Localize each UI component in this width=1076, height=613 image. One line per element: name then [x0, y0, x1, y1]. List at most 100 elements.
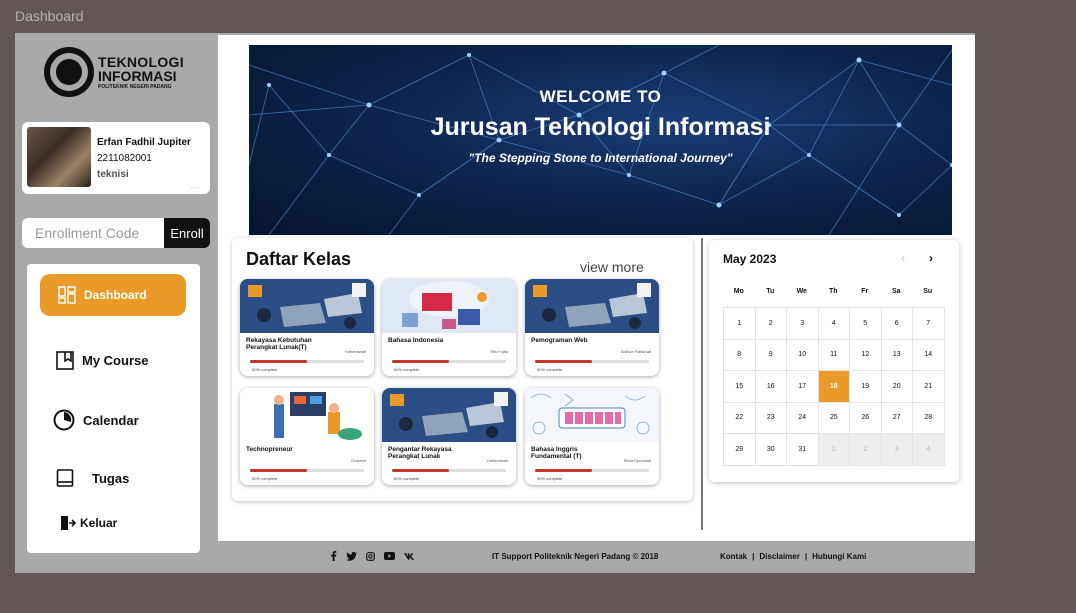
- weekday-label: Mo: [733, 288, 744, 295]
- course-teacher: Yulherniwati: [344, 349, 366, 354]
- more-options-icon[interactable]: ...: [190, 181, 200, 190]
- calendar-day[interactable]: 20: [881, 371, 913, 403]
- calendar-day[interactable]: 15: [724, 371, 756, 403]
- calendar-day[interactable]: 16: [755, 371, 787, 403]
- course-teacher: Ardhon Rahkmat: [620, 349, 651, 354]
- weekday-label: Th: [828, 288, 838, 295]
- calendar-day[interactable]: 2: [850, 434, 882, 466]
- banner-subtitle: "The Stepping Stone to International Jou…: [468, 151, 733, 165]
- chevron-left-icon[interactable]: ‹: [901, 251, 905, 265]
- calendar-day[interactable]: 30: [755, 434, 787, 466]
- calendar-day[interactable]: 4: [818, 308, 850, 340]
- calendar-day[interactable]: 4: [913, 434, 945, 466]
- calendar-day[interactable]: 31: [787, 434, 819, 466]
- class-list-title: Daftar Kelas: [246, 249, 352, 269]
- footer-copyright: IT Support Politeknik Negeri Padang © 20…: [492, 552, 659, 561]
- footer-link-disclaimer[interactable]: Disclaimer: [759, 552, 799, 561]
- course-card[interactable]: Pemograman Web Ardhon Rahkmat 50% comple…: [525, 279, 659, 376]
- instagram-icon[interactable]: [366, 551, 375, 561]
- calendar-day[interactable]: 25: [818, 402, 850, 434]
- calendar-day[interactable]: 28: [913, 402, 945, 434]
- calendar-day[interactable]: 12: [850, 339, 882, 371]
- facebook-icon[interactable]: [330, 551, 337, 561]
- progress-bar: [250, 469, 364, 472]
- calendar-day[interactable]: 6: [881, 308, 913, 340]
- calendar-day[interactable]: 26: [850, 402, 882, 434]
- calendar-day[interactable]: 23: [755, 402, 787, 434]
- progress-label: 50% complete: [394, 367, 420, 372]
- calendar-weekdays: Mo Tu We Th Fr Sa Su: [723, 288, 944, 295]
- welcome-banner: WELCOME TO Jurusan Teknologi Informasi "…: [249, 45, 952, 235]
- chevron-right-icon[interactable]: ›: [929, 251, 933, 265]
- brand-logo[interactable]: TEKNOLOGI INFORMASI POLITEKNIK NEGERI PA…: [44, 47, 184, 97]
- calendar-day[interactable]: 5: [850, 308, 882, 340]
- calendar-day[interactable]: 7: [913, 308, 945, 340]
- vertical-divider: [701, 238, 703, 530]
- calendar-day[interactable]: 27: [881, 402, 913, 434]
- calendar-day[interactable]: 3: [787, 308, 819, 340]
- profile-card[interactable]: Erfan Fadhil Jupiter 2211082001 teknisi …: [22, 122, 210, 194]
- twitter-icon[interactable]: [346, 551, 357, 561]
- calendar-day[interactable]: 3: [881, 434, 913, 466]
- enroll-button[interactable]: Enroll: [164, 218, 210, 248]
- calendar-day[interactable]: 8: [724, 339, 756, 371]
- banner-welcome: WELCOME TO: [539, 87, 662, 106]
- nav-item-dashboard[interactable]: Dashboard: [40, 274, 186, 316]
- course-card[interactable]: Rekayasa Kebutuhan Perangkat Lunak(T) Yu…: [240, 279, 374, 376]
- calendar-day[interactable]: 13: [881, 339, 913, 371]
- calendar-day[interactable]: 19: [850, 371, 882, 403]
- weekday-label: Tu: [766, 288, 775, 295]
- banner-title: Jurusan Teknologi Informasi: [430, 113, 771, 141]
- course-image: [240, 279, 374, 333]
- logo-line-2: INFORMASI: [98, 67, 177, 84]
- calendar-day[interactable]: 10: [787, 339, 819, 371]
- course-title: Pemograman Web: [531, 337, 588, 344]
- progress-label: 50% complete: [252, 367, 278, 372]
- progress-bar: [250, 360, 364, 363]
- course-title: Bahasa Inggris Fundamental (T): [531, 446, 582, 461]
- course-teacher: Silvia Djonnaidi: [623, 458, 651, 463]
- course-card[interactable]: Bahasa Inggris Fundamental (T) Silvia Dj…: [525, 388, 659, 485]
- course-card[interactable]: Technopreneur Gusteriz 50% complete: [240, 388, 374, 485]
- course-card[interactable]: Pengantar Rekayasa Perangkat Lunak Yulhe…: [382, 388, 516, 485]
- course-title: Pengantar Rekayasa Perangkat Lunak: [388, 446, 452, 461]
- calendar-day[interactable]: 1: [724, 308, 756, 340]
- progress-label: 50% complete: [537, 476, 563, 481]
- calendar-widget: May 2023 ‹ › Mo Tu We Th Fr Sa Su 1 2 3 4 5 6 7 8 9 10 1…: [709, 240, 959, 482]
- calendar-day[interactable]: 29: [724, 434, 756, 466]
- calendar-day[interactable]: 9: [755, 339, 787, 371]
- calendar-day[interactable]: 1: [818, 434, 850, 466]
- enrollment-code-input[interactable]: [22, 218, 164, 248]
- course-card[interactable]: Bahasa Indonesia Titik Fujita 50% comple…: [382, 279, 516, 376]
- youtube-icon[interactable]: [384, 552, 395, 560]
- calendar-day[interactable]: 21: [913, 371, 945, 403]
- progress-bar: [535, 469, 649, 472]
- nav-label: Calendar: [83, 412, 139, 428]
- calendar-day[interactable]: 17: [787, 371, 819, 403]
- calendar-day-today[interactable]: 18: [818, 371, 850, 403]
- course-teacher: Titik Fujita: [489, 349, 508, 354]
- nav-item-my-course[interactable]: My Course: [56, 351, 148, 370]
- calendar-day[interactable]: 14: [913, 339, 945, 371]
- nav-item-keluar[interactable]: Keluar: [60, 515, 117, 531]
- profile-name: Erfan Fadhil Jupiter: [97, 137, 191, 148]
- progress-label: 50% complete: [252, 476, 278, 481]
- notebook-icon: [56, 469, 74, 487]
- calendar-day[interactable]: 24: [787, 402, 819, 434]
- course-image: [525, 388, 659, 442]
- footer-link-hubungi-kami[interactable]: Hubungi Kami: [812, 552, 866, 561]
- footer-link-kontak[interactable]: Kontak: [720, 552, 747, 561]
- nav-item-calendar[interactable]: Calendar: [53, 409, 139, 431]
- calendar-day[interactable]: 22: [724, 402, 756, 434]
- ti-logo-icon: [44, 47, 94, 97]
- course-title: Technopreneur: [246, 446, 293, 453]
- course-image: [382, 388, 516, 442]
- nav-item-tugas[interactable]: Tugas: [56, 469, 129, 487]
- calendar-day[interactable]: 11: [818, 339, 850, 371]
- vk-icon[interactable]: [404, 552, 415, 560]
- course-teacher: Yulherniwati: [486, 458, 508, 463]
- calendar-day[interactable]: 2: [755, 308, 787, 340]
- view-more-link[interactable]: view more: [580, 259, 644, 275]
- profile-nim: 2211082001: [97, 153, 152, 164]
- footer-links: Kontak | Disclaimer | Hubungi Kami: [720, 552, 866, 561]
